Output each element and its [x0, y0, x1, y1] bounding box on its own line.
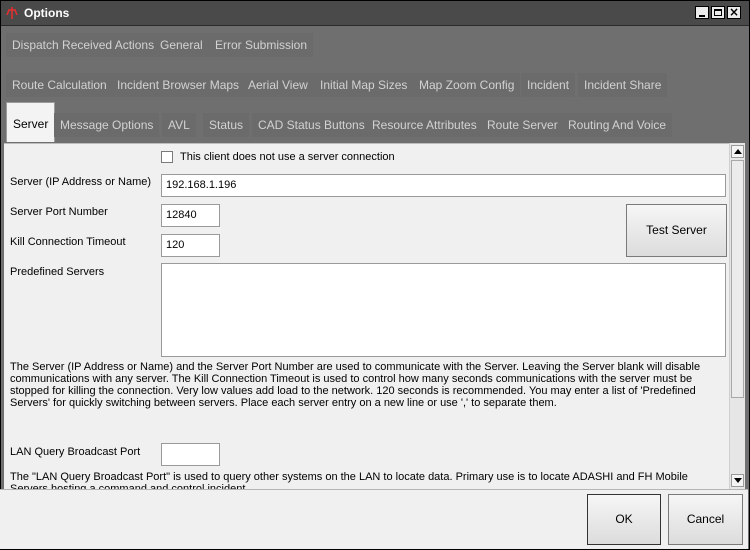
dialog-footer: OK Cancel — [0, 489, 748, 549]
tab-error-submission[interactable]: Error Submission — [209, 33, 314, 57]
tab-incident[interactable]: Incident — [521, 73, 576, 97]
close-icon: × — [728, 5, 740, 19]
app-icon — [6, 7, 18, 19]
tab-message-options[interactable]: Message Options — [54, 113, 160, 137]
tab-dispatch-received-actions[interactable]: Dispatch Received Actions — [6, 33, 161, 57]
ok-button[interactable]: OK — [587, 494, 661, 545]
vertical-scrollbar[interactable] — [729, 143, 745, 489]
server-help-text: The Server (IP Address or Name) and the … — [10, 361, 701, 409]
tab-incident-share[interactable]: Incident Share — [578, 73, 668, 97]
tab-status[interactable]: Status — [203, 113, 250, 137]
server-port-label: Server Port Number — [10, 206, 108, 218]
close-button[interactable]: × — [727, 5, 741, 19]
tab-route-server[interactable]: Route Server — [481, 113, 564, 137]
tab-route-calculation[interactable]: Route Calculation — [6, 73, 113, 97]
tab-routing-and-voice[interactable]: Routing And Voice — [562, 113, 673, 137]
window-title: Options — [24, 6, 70, 20]
tab-initial-map-sizes[interactable]: Initial Map Sizes — [314, 73, 414, 97]
predefined-servers-label: Predefined Servers — [10, 266, 105, 278]
server-address-label: Server (IP Address or Name) — [10, 176, 152, 188]
lan-help-text: The "LAN Query Broadcast Port" is used t… — [10, 471, 688, 490]
tab-general[interactable]: General — [154, 33, 209, 57]
scroll-down-button[interactable] — [731, 474, 744, 487]
maximize-icon — [714, 9, 722, 16]
minimize-button[interactable] — [695, 6, 709, 19]
tab-cad-status-buttons[interactable]: CAD Status Buttons — [252, 113, 371, 137]
server-settings-panel: This client does not use a server connec… — [4, 143, 729, 490]
no-server-label: This client does not use a server connec… — [180, 151, 395, 163]
no-server-checkbox[interactable] — [161, 151, 173, 163]
lan-port-input[interactable] — [161, 443, 220, 466]
kill-timeout-label: Kill Connection Timeout — [10, 236, 126, 248]
title-bar[interactable]: Options × — [1, 1, 749, 26]
tab-map-zoom-config[interactable]: Map Zoom Config — [413, 73, 521, 97]
predefined-servers-textarea[interactable] — [161, 263, 726, 357]
tab-resource-attributes[interactable]: Resource Attributes — [366, 113, 483, 137]
arrow-down-icon — [734, 478, 742, 483]
scroll-up-button[interactable] — [731, 145, 744, 158]
lan-port-label: LAN Query Broadcast Port — [10, 446, 141, 458]
tab-avl[interactable]: AVL — [162, 113, 196, 137]
tab-incident-browser-maps[interactable]: Incident Browser Maps — [111, 73, 246, 97]
tab-server[interactable]: Server — [6, 102, 56, 142]
kill-timeout-input[interactable]: 120 — [161, 234, 220, 257]
server-address-input[interactable]: 192.168.1.196 — [161, 174, 726, 197]
tab-aerial-view[interactable]: Aerial View — [242, 73, 314, 97]
maximize-button[interactable] — [711, 6, 725, 19]
minimize-icon — [699, 15, 705, 17]
scroll-thumb[interactable] — [731, 160, 744, 398]
test-server-button[interactable]: Test Server — [626, 204, 727, 257]
server-port-input[interactable]: 12840 — [161, 204, 220, 227]
arrow-up-icon — [734, 149, 742, 154]
cancel-button[interactable]: Cancel — [668, 494, 743, 545]
